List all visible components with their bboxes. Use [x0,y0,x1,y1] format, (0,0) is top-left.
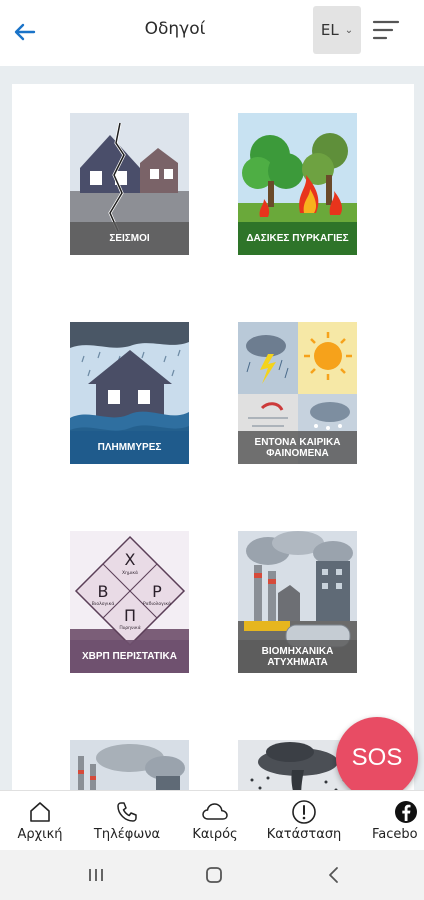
chevron-down-icon: ⌄ [344,24,354,36]
cloud-icon [202,803,228,820]
cbrn-left-sub: Βιολογικά [92,600,115,607]
guide-tile-cbrn[interactable]: Χ Χημικά Β Βιολογικά Ρ Ραδιολογικά Π Πυρ… [70,531,189,673]
guides-grid: ΣΕΙΣΜΟΙ ΔΑΣΙΚΕΣ ΠΥΡΚΑΓΙΕΣ ΠΛΗΜΜΥΡΕΣ ΕΝΤΟ… [12,84,414,804]
cbrn-top-letter: Χ [125,550,136,569]
nav-item-phones[interactable]: Τηλέφωνα [90,799,164,851]
facebook-icon [395,801,417,823]
home-system-button[interactable] [202,864,226,886]
back-button[interactable] [12,19,38,45]
guide-label: ΒΙΟΜΗΧΑΝΙΚΑ ΑΤΥΧΗΜΑΤΑ [238,640,357,673]
language-selector[interactable]: EL ⌄ [313,6,361,54]
arrow-left-icon [14,23,36,41]
home-icon [30,802,50,822]
sort-menu-button[interactable] [372,18,400,42]
home-square-icon [206,867,222,883]
menu-lines-icon [372,20,400,40]
nav-label: Αρχική [17,827,63,842]
nav-label: Κατάσταση [266,827,342,842]
sos-button[interactable]: SOS [336,717,418,799]
chevron-left-icon [329,867,338,883]
recent-apps-button[interactable] [84,864,108,886]
nav-label: Καιρός [192,827,238,842]
nav-item-facebook[interactable]: Facebo [370,799,424,851]
guide-label: ΠΛΗΜΜΥΡΕΣ [70,431,189,464]
nav-item-weather[interactable]: Καιρός [188,799,242,851]
cbrn-left-letter: Β [98,582,109,601]
cbrn-right-sub: Ραδιολογικά [143,600,171,607]
guide-label: ΕΝΤΟΝΑ ΚΑΙΡΙΚΑ ΦΑΙΝΟΜΕΝΑ [238,431,357,464]
nav-label: Τηλέφωνα [93,827,161,842]
guide-tile-severe-weather[interactable]: ΕΝΤΟΝΑ ΚΑΙΡΙΚΑ ΦΑΙΝΟΜΕΝΑ [238,322,357,464]
alert-icon [292,800,316,824]
language-value: EL [320,21,339,39]
nav-item-home[interactable]: Αρχική [14,799,66,851]
guide-tile-floods[interactable]: ΠΛΗΜΜΥΡΕΣ [70,322,189,464]
guide-label: ΣΕΙΣΜΟΙ [70,222,189,255]
system-navigation-bar [0,850,424,900]
nav-label: Facebo [372,827,418,842]
nav-item-status[interactable]: Κατάσταση [266,799,342,851]
recent-apps-icon [89,869,103,881]
app-screen: Οδηγοί EL ⌄ ΣΕΙΣΜΟΙ ΔΑΣΙΚΕΣ ΠΥΡΚΑΓΙΕΣ ΠΛ… [0,0,424,900]
phone-icon [117,802,137,822]
cbrn-bottom-sub: Πυρηνικά [119,624,140,631]
cbrn-bottom-letter: Π [124,606,136,625]
top-app-bar: Οδηγοί EL ⌄ [0,0,424,66]
back-system-button[interactable] [322,864,346,886]
guide-tile-forest-fires[interactable]: ΔΑΣΙΚΕΣ ΠΥΡΚΑΓΙΕΣ [238,113,357,255]
guide-tile-industrial-accidents[interactable]: ΒΙΟΜΗΧΑΝΙΚΑ ΑΤΥΧΗΜΑΤΑ [238,531,357,673]
guide-label: ΧΒΡΠ ΠΕΡΙΣΤΑΤΙΚΑ [70,640,189,673]
bottom-navigation: Αρχική Τηλέφωνα Καιρός Κατάσταση Facebo [0,790,424,850]
guide-label: ΔΑΣΙΚΕΣ ΠΥΡΚΑΓΙΕΣ [238,222,357,255]
guide-tile-earthquakes[interactable]: ΣΕΙΣΜΟΙ [70,113,189,255]
cbrn-top-sub: Χημικά [122,569,138,576]
cbrn-right-letter: Ρ [152,582,162,601]
